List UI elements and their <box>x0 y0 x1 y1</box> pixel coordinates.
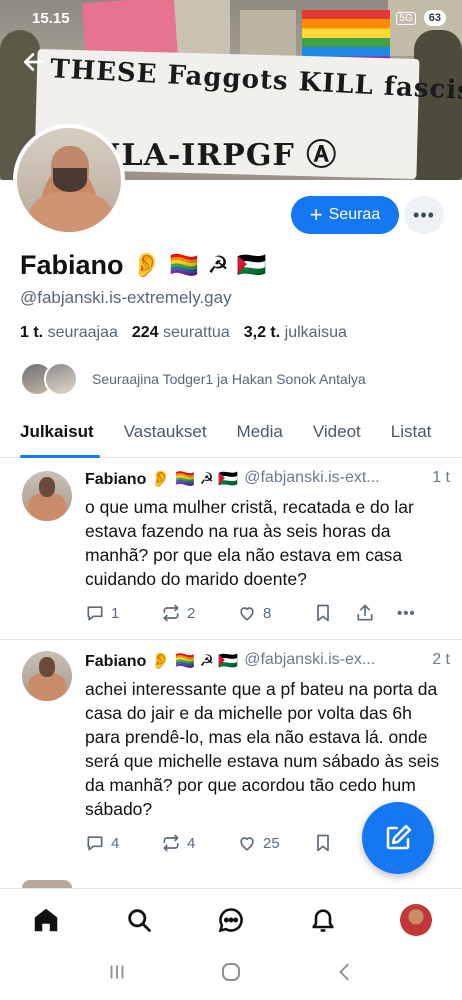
repost-button[interactable]: 4 <box>161 833 237 853</box>
follow-button[interactable]: + Seuraa <box>291 196 399 234</box>
share-button[interactable] <box>355 603 397 623</box>
repost-icon <box>163 604 179 622</box>
bookmark-button[interactable] <box>313 603 355 623</box>
nav-profile[interactable] <box>396 900 436 940</box>
plus-icon: + <box>309 202 323 227</box>
post-text: achei interessante que a pf bateu na por… <box>85 679 440 819</box>
known-followers-text: Seuraajina Todger1 ja Hakan Sonok Antaly… <box>92 371 366 387</box>
like-button[interactable]: 25 <box>237 833 313 853</box>
battery-indicator: 63 <box>423 10 446 26</box>
ellipsis-icon: ••• <box>413 204 435 225</box>
nav-chat[interactable] <box>211 900 251 940</box>
palestine-flag-emoji: 🇵🇸 <box>236 252 267 279</box>
follower-avatar <box>44 362 78 396</box>
ear-emoji: 👂 <box>131 252 162 279</box>
bookmark-button[interactable] <box>313 833 355 853</box>
profile-handle: @fabjanski.is-extremely.gay <box>20 288 232 307</box>
ellipsis-icon: ••• <box>397 604 416 622</box>
tab-julkaisut[interactable]: Julkaisut <box>0 414 104 458</box>
posts-stat: 3,2 t. julkaisua <box>243 324 347 341</box>
pencil-square-icon <box>386 824 412 850</box>
post-more-button[interactable]: ••• <box>397 605 416 622</box>
rainbow-flag-emoji: 🏳️‍🌈 <box>169 252 200 279</box>
nav-notifications[interactable] <box>303 900 343 940</box>
reply-icon <box>87 836 103 851</box>
nav-home[interactable] <box>26 900 66 940</box>
bell-icon <box>312 908 334 932</box>
reply-button[interactable]: 1 <box>85 603 161 623</box>
post-item[interactable]: Fabiano 👂 🏳️‍🌈 ☭ 🇵🇸 @fabjanski.is-ext...… <box>0 459 462 640</box>
more-options-button[interactable]: ••• <box>404 196 444 234</box>
post-time: 1 t <box>432 469 450 486</box>
following-stat[interactable]: 224 seurattua <box>132 324 230 342</box>
tab-videot[interactable]: Videot <box>293 414 371 457</box>
repost-button[interactable]: 2 <box>161 603 237 623</box>
post-avatar[interactable] <box>22 471 72 521</box>
post-handle: @fabjanski.is-ext... <box>244 469 380 486</box>
hammer-sickle-emoji: ☭ <box>207 252 229 279</box>
heart-icon <box>240 607 254 621</box>
follow-label: Seuraa <box>328 206 381 223</box>
post-avatar[interactable] <box>22 651 72 701</box>
share-icon <box>357 604 373 621</box>
bottom-navigation <box>0 888 462 950</box>
profile-avatar <box>399 903 432 936</box>
home-icon <box>34 908 58 931</box>
followers-stat[interactable]: 1 t. seuraajaa <box>20 324 118 342</box>
repost-icon <box>163 834 179 852</box>
reply-icon <box>87 606 103 621</box>
nav-search[interactable] <box>119 900 159 940</box>
tab-vastaukset[interactable]: Vastaukset <box>104 414 217 457</box>
heart-icon <box>240 837 254 851</box>
post-text: o que uma mulher cristã, recatada e do l… <box>85 497 414 589</box>
bookmark-icon <box>317 834 329 852</box>
post-time: 2 t <box>432 651 450 668</box>
reply-button[interactable]: 4 <box>85 833 161 853</box>
post-author: Fabiano 👂 🏳️‍🌈 ☭ 🇵🇸 <box>85 471 239 488</box>
profile-name: Fabiano 👂 🏳️‍🌈 ☭ 🇵🇸 <box>20 250 267 281</box>
status-bar: 15.15 5G 63 <box>0 0 462 36</box>
post-author: Fabiano 👂 🏳️‍🌈 ☭ 🇵🇸 <box>85 653 239 670</box>
profile-tabs: Julkaisut Vastaukset Media Videot Listat <box>0 414 462 458</box>
search-icon <box>127 908 151 932</box>
tab-listat[interactable]: Listat <box>371 414 442 457</box>
chat-icon <box>218 907 243 932</box>
back-button[interactable] <box>18 46 50 78</box>
profile-avatar[interactable] <box>13 124 125 236</box>
arrow-left-icon <box>23 53 45 71</box>
back-chevron-icon[interactable] <box>334 961 356 989</box>
bookmark-icon <box>317 604 329 622</box>
post-handle: @fabjanski.is-ex... <box>244 651 376 668</box>
compose-button[interactable] <box>362 802 434 874</box>
known-followers[interactable]: Seuraajina Todger1 ja Hakan Sonok Antaly… <box>20 362 366 396</box>
network-badge: 5G <box>396 11 416 25</box>
home-circle-icon[interactable] <box>219 960 243 990</box>
profile-name-text: Fabiano <box>20 250 124 280</box>
status-time: 15.15 <box>32 9 70 27</box>
like-button[interactable]: 8 <box>237 603 313 623</box>
recents-icon[interactable] <box>106 961 128 989</box>
system-navigation <box>0 950 462 1000</box>
profile-stats: 1 t. seuraajaa 224 seurattua 3,2 t. julk… <box>20 324 347 342</box>
tab-media[interactable]: Media <box>217 414 293 457</box>
